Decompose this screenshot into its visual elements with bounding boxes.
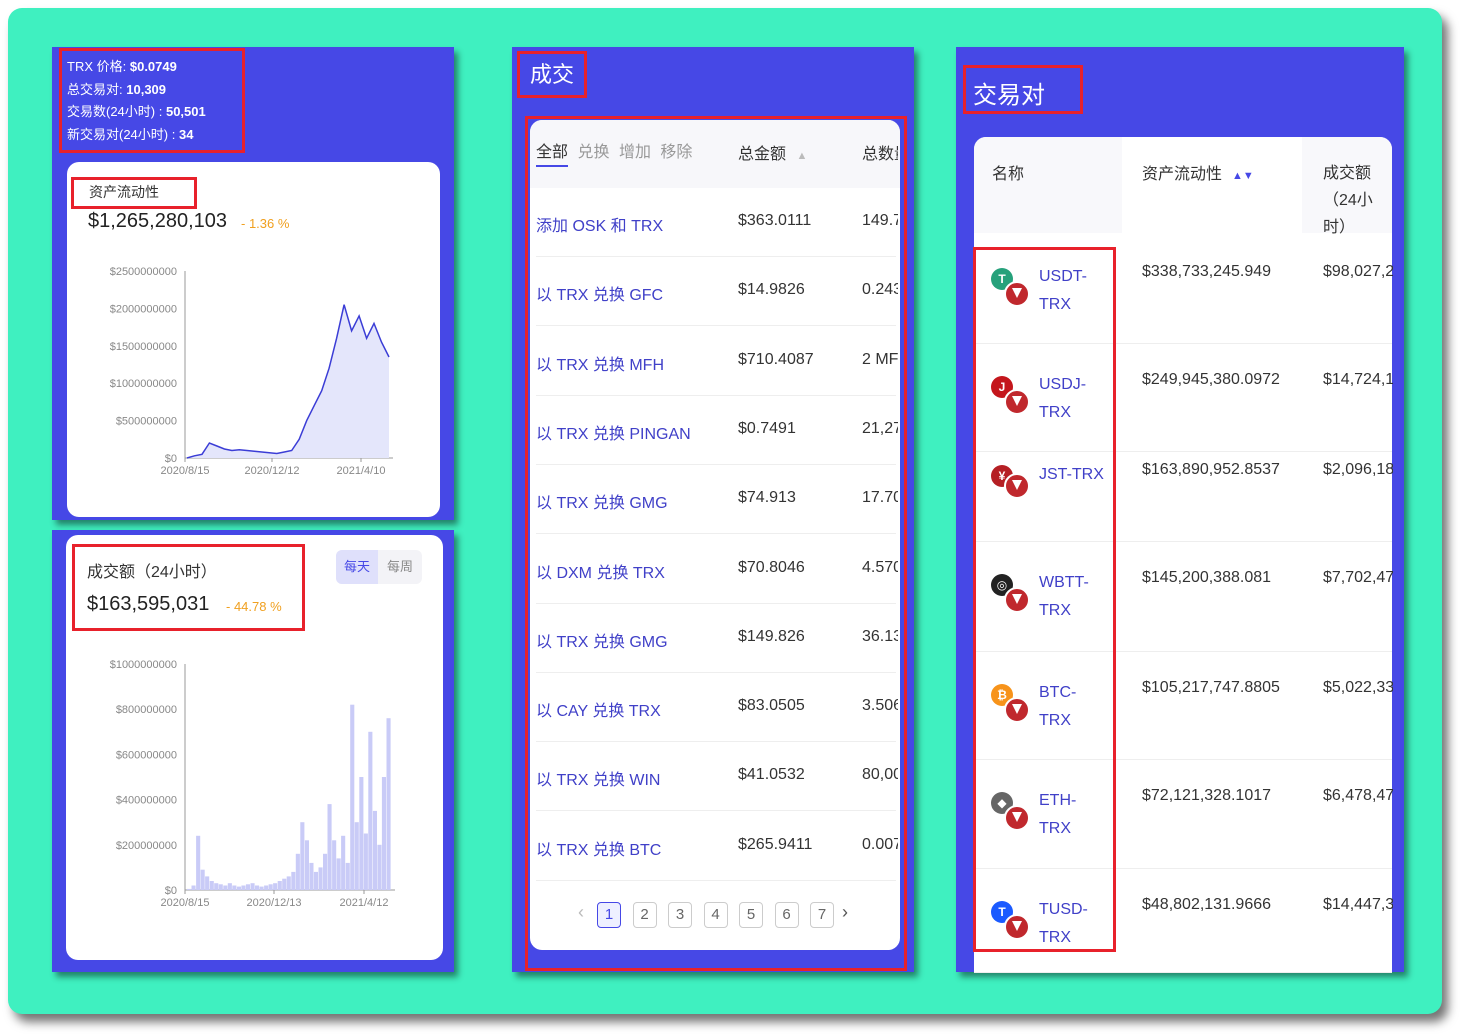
liquidity-label-highlight [71, 177, 197, 209]
y-tick-label: $600000000 [116, 749, 177, 761]
x-tick-label: 2021/4/10 [337, 465, 386, 477]
bar [218, 884, 223, 890]
bar [295, 853, 300, 890]
weekly-toggle[interactable]: 每周 [379, 550, 421, 584]
stats-highlight [59, 48, 245, 153]
bar [200, 869, 205, 890]
bar [359, 777, 364, 890]
pair-volume: $7,702,47 [1323, 569, 1393, 586]
volume-chart: $0 $200000000 $400000000 $600000000 $8000000… [110, 659, 395, 909]
pair-liquidity: $48,802,131.9666 [1142, 896, 1272, 913]
pair-liquidity: $72,121,328.1017 [1142, 787, 1272, 804]
bar [372, 810, 377, 890]
liquidity-value: $1,265,280,103 [88, 210, 228, 232]
daily-toggle[interactable]: 每天 [336, 550, 378, 584]
bar [232, 885, 237, 890]
bar [227, 883, 232, 890]
trades-title-highlight [517, 51, 587, 98]
bar [300, 822, 305, 890]
y-tick-label: $1500000000 [110, 341, 177, 353]
bar [268, 884, 273, 890]
liquidity-change: - 1.36 % [241, 216, 290, 231]
bar [323, 853, 328, 890]
bar [259, 886, 264, 890]
x-tick-label: 2021/4/12 [340, 897, 389, 909]
bar [327, 804, 332, 890]
y-tick-label: $2500000000 [110, 266, 177, 278]
bar [191, 885, 196, 890]
x-tick-label: 2020/12/13 [246, 897, 301, 909]
pairs-names-highlight [973, 247, 1116, 952]
trades-table-highlight [525, 116, 907, 971]
bar [350, 704, 355, 890]
y-tick-label: $1000000000 [110, 378, 177, 390]
bar [354, 822, 359, 890]
bar [196, 835, 201, 890]
y-tick-label: $2000000000 [110, 303, 177, 315]
bar [245, 884, 250, 890]
bar [336, 858, 341, 890]
pairs-title-highlight [963, 65, 1083, 114]
bar [187, 888, 192, 890]
bar [304, 840, 309, 890]
bar [345, 862, 350, 890]
bar [286, 876, 291, 890]
bar [223, 885, 228, 890]
x-tick-label: 2020/8/15 [161, 465, 210, 477]
pair-volume: $6,478,47 [1323, 787, 1393, 804]
y-tick-label: $200000000 [116, 840, 177, 852]
pair-liquidity: $249,945,380.0972 [1142, 371, 1280, 388]
y-tick-label: $400000000 [116, 795, 177, 807]
pair-liquidity: $163,890,952.8537 [1142, 461, 1280, 478]
pair-volume: $14,724,1 [1323, 371, 1393, 388]
bar [205, 876, 210, 890]
bar [318, 867, 323, 890]
y-tick-label: $0 [165, 453, 177, 465]
bar [277, 881, 282, 890]
y-tick-label: $1000000000 [110, 659, 177, 671]
pair-liquidity: $105,217,747.8805 [1142, 679, 1280, 696]
bar [282, 878, 287, 890]
pair-liquidity: $145,200,388.081 [1142, 569, 1272, 586]
pairs-header-bg-2 [1122, 137, 1302, 233]
period-toggle[interactable]: 每天 每周 [336, 550, 422, 584]
bar [214, 883, 219, 890]
bar [332, 840, 337, 890]
pair-volume: $14,447,3 [1323, 896, 1393, 913]
bar [377, 844, 382, 890]
bar [381, 777, 386, 890]
bar [250, 883, 255, 890]
col-liq-label: 资产流动性 [1142, 166, 1223, 183]
col-liq-header[interactable]: 资产流动性 ▲▼ [1142, 160, 1254, 184]
bar [241, 885, 246, 890]
bar [313, 871, 318, 890]
col-vol-header: 成交额（24小时） [1323, 165, 1373, 236]
pair-volume: $5,022,33 [1323, 679, 1393, 696]
bar [368, 731, 373, 890]
pair-liquidity: $338,733,245.949 [1142, 263, 1272, 280]
pair-volume: $2,096,18 [1323, 461, 1393, 478]
bar [309, 862, 314, 890]
pair-volume: $98,027,2 [1323, 263, 1393, 280]
bar [341, 835, 346, 890]
y-tick-label: $800000000 [116, 704, 177, 716]
y-tick-label: $0 [165, 885, 177, 897]
bar [386, 718, 391, 890]
x-tick-label: 2020/8/15 [161, 897, 210, 909]
sort-icon[interactable]: ▲▼ [1232, 170, 1254, 182]
bar [236, 886, 241, 890]
area-fill [187, 304, 389, 458]
col-name-header: 名称 [992, 166, 1025, 183]
bar [209, 881, 214, 890]
y-tick-label: $500000000 [116, 416, 177, 428]
volume-highlight [72, 544, 305, 631]
bar [264, 885, 269, 890]
bar [363, 833, 368, 890]
liquidity-chart: $0 $500000000 $1000000000 $1500000000 $20000… [110, 266, 393, 477]
bar [273, 883, 278, 890]
x-tick-label: 2020/12/12 [244, 465, 299, 477]
bar [291, 871, 296, 890]
bar [255, 885, 260, 890]
